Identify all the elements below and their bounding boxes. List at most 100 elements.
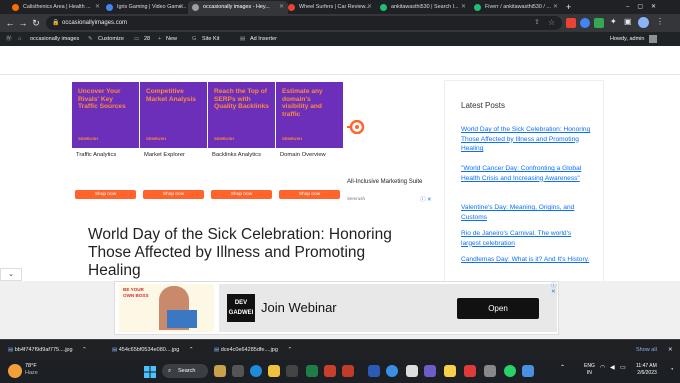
chevron-up-icon[interactable]: ⌃ [82,347,87,353]
tab-2[interactable]: Igris Gaming | Video Game... ✕ [102,1,188,14]
new-link[interactable]: New [166,32,177,46]
profile-avatar[interactable] [638,17,649,28]
forward-arrow-icon[interactable]: → [17,17,29,29]
windows-start-icon[interactable] [144,365,156,378]
store-icon[interactable] [286,365,298,377]
puzzle-extensions-icon[interactable]: ✦ [610,17,617,26]
lock-icon[interactable]: 🔒 [52,16,59,30]
semrush-ad-card[interactable]: Reach the Top of SERPs with Quality Back… [208,82,275,202]
bottom-anchor-ad[interactable]: BE YOUR OWN BOSS DEV GADWEI Join Webinar… [114,281,559,335]
book-image [167,310,197,328]
notification-icon[interactable]: ◔ [670,367,674,373]
chrome-browser-icon[interactable] [386,365,398,377]
article-title[interactable]: World Day of the Sick Celebration: Honor… [88,226,418,280]
back-arrow-icon[interactable]: ← [4,17,16,29]
comments-count[interactable]: 28 [144,32,150,46]
tab-6[interactable]: Fiverr / ankitawasthi530 / ... ✕ [470,1,562,14]
reload-icon[interactable]: ↻ [30,17,42,29]
powerpoint-icon[interactable] [342,365,354,377]
latest-post-link[interactable]: World Day of the Sick Celebration: Honor… [461,125,591,154]
excel-icon[interactable] [306,365,318,377]
adchoices-icon[interactable]: ⓘ ✕ [551,281,558,295]
wikipedia-icon[interactable] [406,365,418,377]
weather-icon[interactable] [8,364,22,378]
latest-post-link[interactable]: Candlemas Day: What is it? And It's Hist… [461,255,591,265]
semrush-fire-logo-icon[interactable] [346,119,368,135]
bookmark-star-icon[interactable]: ☆ [548,16,555,30]
shop-now-button[interactable]: Shop now [75,190,136,199]
howdy-user-link[interactable]: Howdy, admin [610,32,644,46]
folder-icon[interactable] [444,365,456,377]
wordpress-logo-icon[interactable]: Ⓦ [6,32,12,46]
chevron-up-icon[interactable]: ⌃ [287,347,292,353]
close-icon[interactable]: ✕ [179,1,184,14]
extension-icon[interactable] [566,18,576,28]
customize-link[interactable]: Customize [98,32,124,46]
user-avatar[interactable] [649,35,657,43]
language-indicator[interactable]: ENG IN [584,363,595,377]
download-item[interactable]: ▤ 454c65bf0534e080....jpg ⌃ [112,340,193,360]
close-icon[interactable]: ✕ [668,340,673,360]
sidepanel-icon[interactable]: ▣ [624,17,632,26]
clock[interactable]: 11:47 AM 2/6/2023 [636,363,657,377]
show-all-button[interactable]: Show all [636,340,657,360]
app-icon[interactable] [324,365,336,377]
app-icon[interactable] [464,365,476,377]
url-text[interactable]: occasionallyimages.com [62,16,127,30]
wifi-icon[interactable]: ◠ [600,364,605,371]
extension-icon[interactable] [580,18,590,28]
semrush-ad-card[interactable]: Uncover Your Rivals' Key Traffic Sources… [72,82,139,202]
shop-now-button[interactable]: Shop now [211,190,272,199]
browser-toolbar: ← → ↻ 🔒 occasionallyimages.com ⇪ ☆ ✦ ▣ ⋮ [0,14,680,32]
chevron-up-icon[interactable]: ⌃ [189,347,194,353]
tab-3-active[interactable]: occasionally images - Hey... ✕ [188,1,288,14]
app-icon[interactable] [484,365,496,377]
close-icon[interactable]: ✕ [553,1,558,14]
address-bar[interactable]: 🔒 occasionallyimages.com ⇪ ☆ [46,16,562,30]
latest-post-link[interactable]: "World Cancer Day: Confronting a Global … [461,164,591,183]
adchoices-icon[interactable]: ⓘ ✕ [420,195,432,203]
tab-1[interactable]: Calisthenics Area | Health ... ✕ [8,1,104,14]
file-explorer-icon[interactable] [268,365,280,377]
new-tab-button[interactable]: + [566,0,571,14]
ad-inserter-link[interactable]: Ad Inserter [250,32,277,46]
close-icon[interactable]: ✕ [367,1,372,14]
app-icon[interactable] [424,365,436,377]
battery-icon[interactable]: ▭ [620,364,626,371]
open-button[interactable]: Open [457,298,539,319]
ad-extra-title[interactable]: All-Inclusive Marketing Suite [347,179,431,187]
volume-icon[interactable]: ◀ [610,364,615,371]
app-icon[interactable] [214,365,226,377]
weather-widget[interactable]: 78°F Haze [25,363,38,377]
show-hidden-icons-icon[interactable]: ⌃ [560,364,565,371]
site-name-link[interactable]: occasionally images [30,32,79,46]
close-icon[interactable]: ✕ [95,1,100,14]
shop-now-button[interactable]: Shop now [143,190,204,199]
task-view-icon[interactable] [232,365,244,377]
ad-inserter-icon: ▤ [240,36,246,42]
close-icon[interactable]: ✕ [461,1,466,14]
share-icon[interactable]: ⇪ [534,16,540,30]
app-icon[interactable] [522,365,534,377]
ad-banner: Uncover Your Rivals' Key Traffic Sources… [72,82,139,148]
word-icon[interactable] [368,365,380,377]
menu-kebab-icon[interactable]: ⋮ [656,17,664,26]
ad-image: BE YOUR OWN BOSS [119,284,214,332]
tab-4[interactable]: Wheel Surfers | Car Review... ✕ [284,1,376,14]
extension-icon[interactable] [594,18,604,28]
taskbar-search-box[interactable]: ⌕ Search [162,364,208,378]
download-item[interactable]: ▤ dce4c0e64285dfe....jpg ⌃ [214,340,292,360]
shop-now-button[interactable]: Shop now [279,190,340,199]
latest-post-link[interactable]: Valentine's Day: Meaning, Origins, and C… [461,203,591,222]
download-item[interactable]: ▤ bb4f747f9d9af775....jpg ⌃ [8,340,87,360]
edge-browser-icon[interactable] [250,365,262,377]
latest-post-link[interactable]: Rio de Janeiro's Carnival. The world's l… [461,229,591,248]
sitekit-link[interactable]: Site Kit [202,32,219,46]
window-controls[interactable]: –▢✕ [626,0,664,14]
whatsapp-icon[interactable] [504,365,516,377]
sitekit-g-icon: G [192,36,197,42]
tab-5[interactable]: ankitawasthi530 | Search I... ✕ [376,1,470,14]
semrush-ad-card[interactable]: Competitive Market Analysis SEMRUSH Mark… [140,82,207,202]
chevron-down-icon[interactable]: ⌄ [0,268,22,281]
semrush-ad-card[interactable]: Estimate any domain's visibility and tra… [276,82,343,202]
